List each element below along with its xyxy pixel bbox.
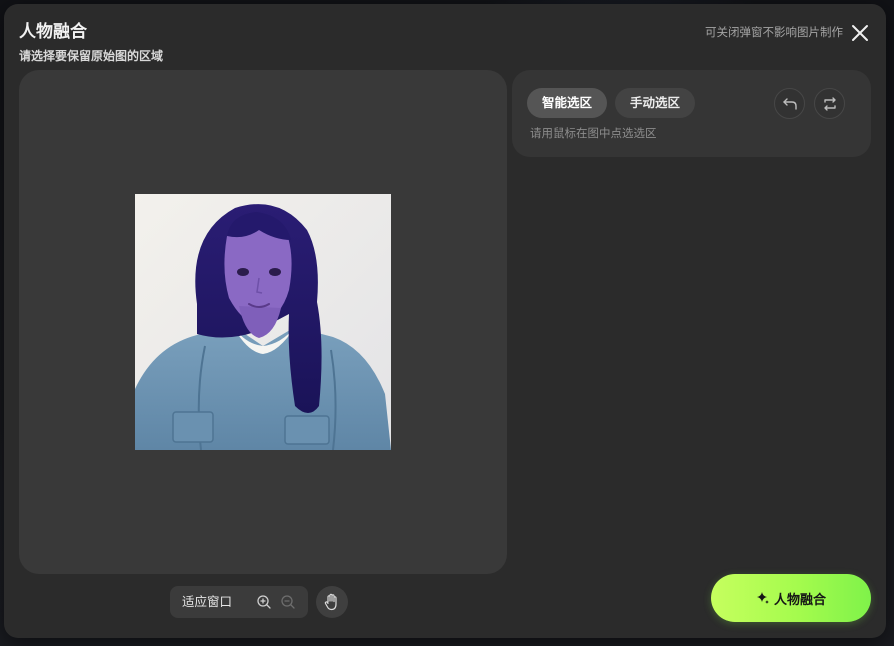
zoom-out-button[interactable] [280,594,296,610]
zoom-toolbar: 适应窗口 [170,586,308,618]
zoom-in-icon [257,595,271,609]
person-fusion-label: 人物融合 [773,592,826,608]
zoom-out-icon [281,595,295,609]
close-hint: 可关闭弹窗不影响图片制作 [705,25,843,39]
undo-icon [783,98,797,110]
reset-button[interactable] [814,88,845,119]
dialog-title: 人物融合 [19,22,87,42]
tab-manual-selection[interactable]: 手动选区 [615,88,695,118]
selection-panel: 智能选区 手动选区 请用鼠标在图中点选选区 [512,70,871,157]
pan-tool-button[interactable] [316,586,348,618]
dialog-subtitle: 请选择要保留原始图的区域 [19,49,164,63]
fit-window-button[interactable]: 适应窗口 [182,594,232,610]
selection-hint: 请用鼠标在图中点选选区 [530,126,657,140]
hand-icon [324,593,337,611]
undo-button[interactable] [774,88,805,119]
sparkle-icon [756,592,769,604]
portrait-image[interactable] [135,194,391,450]
close-icon [852,25,868,41]
person-fusion-dialog: 人物融合 请选择要保留原始图的区域 可关闭弹窗不影响图片制作 智能选区 手动选区… [4,4,886,638]
tab-smart-selection[interactable]: 智能选区 [527,88,607,118]
image-canvas[interactable] [19,70,507,574]
close-button[interactable] [850,23,870,43]
swap-icon [824,97,836,111]
person-fusion-button[interactable]: 人物融合 [711,574,871,622]
zoom-in-button[interactable] [256,594,272,610]
